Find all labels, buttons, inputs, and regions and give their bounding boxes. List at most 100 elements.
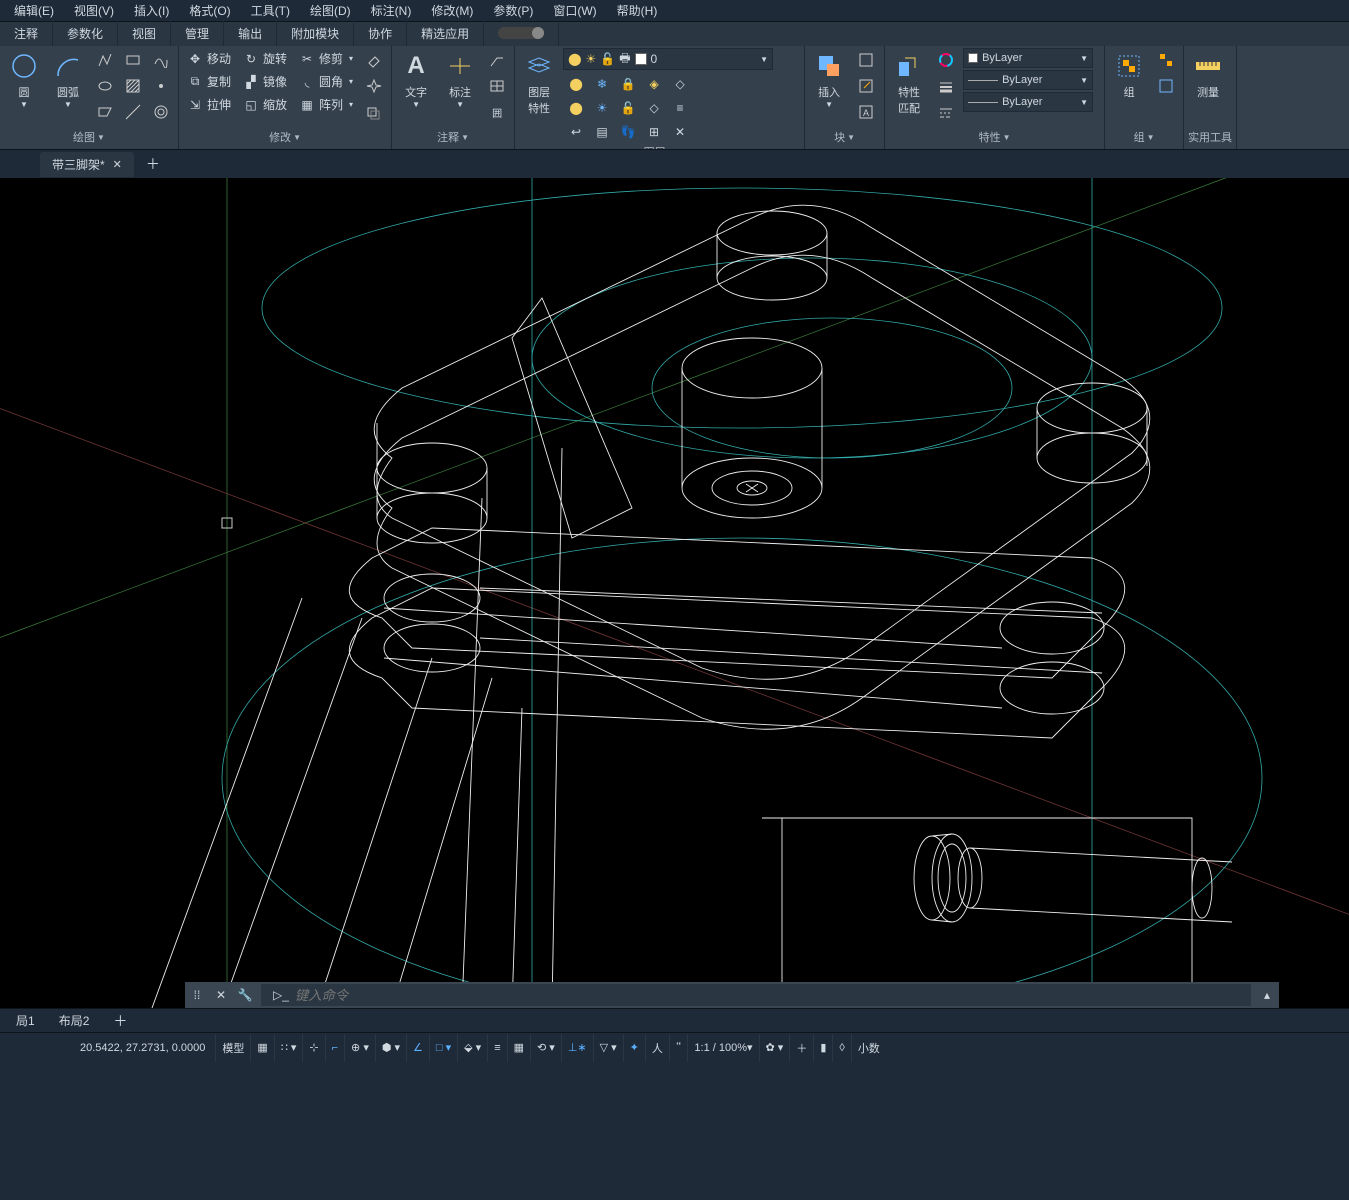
stretch-button[interactable]: ⇲拉伸 xyxy=(183,94,235,115)
linetype-selector[interactable]: ByLayer▼ xyxy=(963,92,1093,112)
lineweight-selector[interactable]: ByLayer▼ xyxy=(963,70,1093,90)
add-layout-button[interactable]: ＋ xyxy=(101,1008,139,1034)
snap-button[interactable]: ∷ ▾ xyxy=(274,1034,303,1062)
menu-view[interactable]: 视图(V) xyxy=(64,0,124,21)
mtext-button[interactable]: 囲 xyxy=(484,100,510,124)
new-document-button[interactable]: ＋ xyxy=(138,154,168,174)
layer-state-button[interactable]: ▤ xyxy=(589,120,615,144)
group-button[interactable]: 组 xyxy=(1109,48,1149,102)
model-space-button[interactable]: 模型 xyxy=(215,1034,250,1062)
transparency-button[interactable]: ▦ xyxy=(507,1034,530,1062)
move-button[interactable]: ✥移动 xyxy=(183,48,235,69)
polar-button[interactable]: ⊕ ▾ xyxy=(344,1034,375,1062)
erase-button[interactable] xyxy=(361,48,387,72)
donut-button[interactable] xyxy=(148,100,174,124)
menu-param[interactable]: 参数(P) xyxy=(483,0,543,21)
lineweight-icon[interactable] xyxy=(933,74,959,98)
ribbon-tab-param[interactable]: 参数化 xyxy=(53,21,118,46)
layer-uniso-button[interactable]: ◇ xyxy=(641,96,667,120)
rect-button[interactable] xyxy=(120,48,146,72)
array-button[interactable]: ▦阵列▾ xyxy=(295,94,357,115)
cycling-button[interactable]: ⟲ ▾ xyxy=(530,1034,561,1062)
layer-freeze-button[interactable]: ❄ xyxy=(589,72,615,96)
menu-dim[interactable]: 标注(N) xyxy=(361,0,422,21)
layer-delete-button[interactable]: ✕ xyxy=(667,120,693,144)
layer-match-button[interactable]: ≡ xyxy=(667,96,693,120)
spline-button[interactable] xyxy=(148,48,174,72)
filter-button[interactable]: ▽ ▾ xyxy=(593,1034,623,1062)
ribbon-tab-addin[interactable]: 附加模块 xyxy=(277,21,354,46)
ellipse-button[interactable] xyxy=(92,74,118,98)
ortho-button[interactable]: ⌐ xyxy=(325,1034,344,1062)
drawing-viewport[interactable]: ⁞⁞ ✕ 🔧 ▷_ ▴ xyxy=(0,178,1349,1008)
command-input[interactable] xyxy=(295,988,1245,1003)
text-button[interactable]: A 文字 ▼ xyxy=(396,48,436,111)
menu-draw[interactable]: 绘图(D) xyxy=(300,0,361,21)
workspace-button[interactable]: ✿ ▾ xyxy=(759,1034,790,1062)
region-button[interactable] xyxy=(92,100,118,124)
ribbon-tab-featured[interactable]: 精选应用 xyxy=(407,21,484,46)
hardware-accel-button[interactable]: ▮ xyxy=(813,1034,832,1062)
layer-walk-button[interactable]: 👣 xyxy=(615,120,641,144)
document-tab[interactable]: 带三脚架* ✕ xyxy=(40,152,134,177)
annotation-monitor-button[interactable]: ＋ xyxy=(789,1034,813,1062)
linetype-icon[interactable] xyxy=(933,100,959,124)
create-block-button[interactable] xyxy=(853,48,879,72)
layer-merge-button[interactable]: ⊞ xyxy=(641,120,667,144)
menu-modify[interactable]: 修改(M) xyxy=(421,0,483,21)
otrack-button[interactable]: ∠ xyxy=(406,1034,429,1062)
menu-format[interactable]: 格式(O) xyxy=(179,0,240,21)
isolate-button[interactable]: ◊ xyxy=(832,1034,850,1062)
iso-button[interactable]: ⬢ ▾ xyxy=(375,1034,406,1062)
measure-button[interactable]: 测量 xyxy=(1188,48,1228,102)
layer-make-current-button[interactable]: ◇ xyxy=(667,72,693,96)
units-button[interactable]: 小数 xyxy=(851,1034,886,1062)
menu-tools[interactable]: 工具(T) xyxy=(241,0,300,21)
layer-iso-button[interactable]: ◈ xyxy=(641,72,667,96)
close-icon[interactable]: ✕ xyxy=(209,988,233,1002)
annotation-scale-lock[interactable]: 🙶 xyxy=(669,1034,688,1062)
menu-edit[interactable]: 编辑(E) xyxy=(4,0,64,21)
scale-list-button[interactable]: 1:1 / 100% ▾ xyxy=(687,1034,758,1062)
close-document-button[interactable]: ✕ xyxy=(113,158,122,171)
point-button[interactable] xyxy=(148,74,174,98)
construction-line-button[interactable] xyxy=(120,100,146,124)
rotate-button[interactable]: ↻旋转 xyxy=(239,48,291,69)
infer-button[interactable]: ⊹ xyxy=(302,1034,324,1062)
layer-on-button[interactable]: ⬤ xyxy=(563,96,589,120)
ribbon-tab-extra[interactable] xyxy=(484,23,559,46)
offset-button[interactable] xyxy=(361,100,387,124)
dim-button[interactable]: 标注 ▼ xyxy=(440,48,480,111)
command-line-handle[interactable]: ⁞⁞ xyxy=(185,988,209,1002)
lwdisplay-button[interactable]: ≡ xyxy=(487,1034,506,1062)
command-settings-button[interactable]: 🔧 xyxy=(233,988,257,1002)
copy-button[interactable]: ⧉复制 xyxy=(183,71,235,92)
fillet-button[interactable]: ◟圆角▾ xyxy=(295,71,357,92)
annotation-scale-button[interactable]: 人 xyxy=(645,1034,669,1062)
color-wheel-icon[interactable] xyxy=(933,48,959,72)
layer-thaw-button[interactable]: ☀ xyxy=(589,96,615,120)
ribbon-tab-view[interactable]: 视图 xyxy=(118,21,171,46)
menu-window[interactable]: 窗口(W) xyxy=(543,0,606,21)
group-edit-button[interactable] xyxy=(1153,74,1179,98)
ribbon-tab-collab[interactable]: 协作 xyxy=(354,21,407,46)
command-history-button[interactable]: ▴ xyxy=(1255,988,1279,1002)
trim-button[interactable]: ✂修剪▾ xyxy=(295,48,357,69)
attr-button[interactable]: A xyxy=(853,100,879,124)
layer-prev-button[interactable]: ↩ xyxy=(563,120,589,144)
ribbon-tab-annot[interactable]: 注释 xyxy=(0,21,53,46)
coordinate-readout[interactable]: 20.5422, 27.2731, 0.0000 xyxy=(0,1042,215,1054)
circle-button[interactable]: 圆 ▼ xyxy=(4,48,44,111)
menu-insert[interactable]: 插入(I) xyxy=(124,0,179,21)
match-prop-button[interactable]: 特性 匹配 xyxy=(889,48,929,118)
layer-selector[interactable]: ⬤ ☀ 🔓 🖶 0 ▼ xyxy=(563,48,773,70)
ribbon-tab-output[interactable]: 输出 xyxy=(224,21,277,46)
table-button[interactable] xyxy=(484,74,510,98)
arc-button[interactable]: 圆弧 ▼ xyxy=(48,48,88,111)
ungroup-button[interactable] xyxy=(1153,48,1179,72)
layer-unlock-button[interactable]: 🔓 xyxy=(615,96,641,120)
gizmo-button[interactable]: ✦ xyxy=(623,1034,645,1062)
menu-help[interactable]: 帮助(H) xyxy=(607,0,668,21)
grid-button[interactable]: ▦ xyxy=(250,1034,273,1062)
layout-tab-2[interactable]: 布局2 xyxy=(47,1009,102,1032)
